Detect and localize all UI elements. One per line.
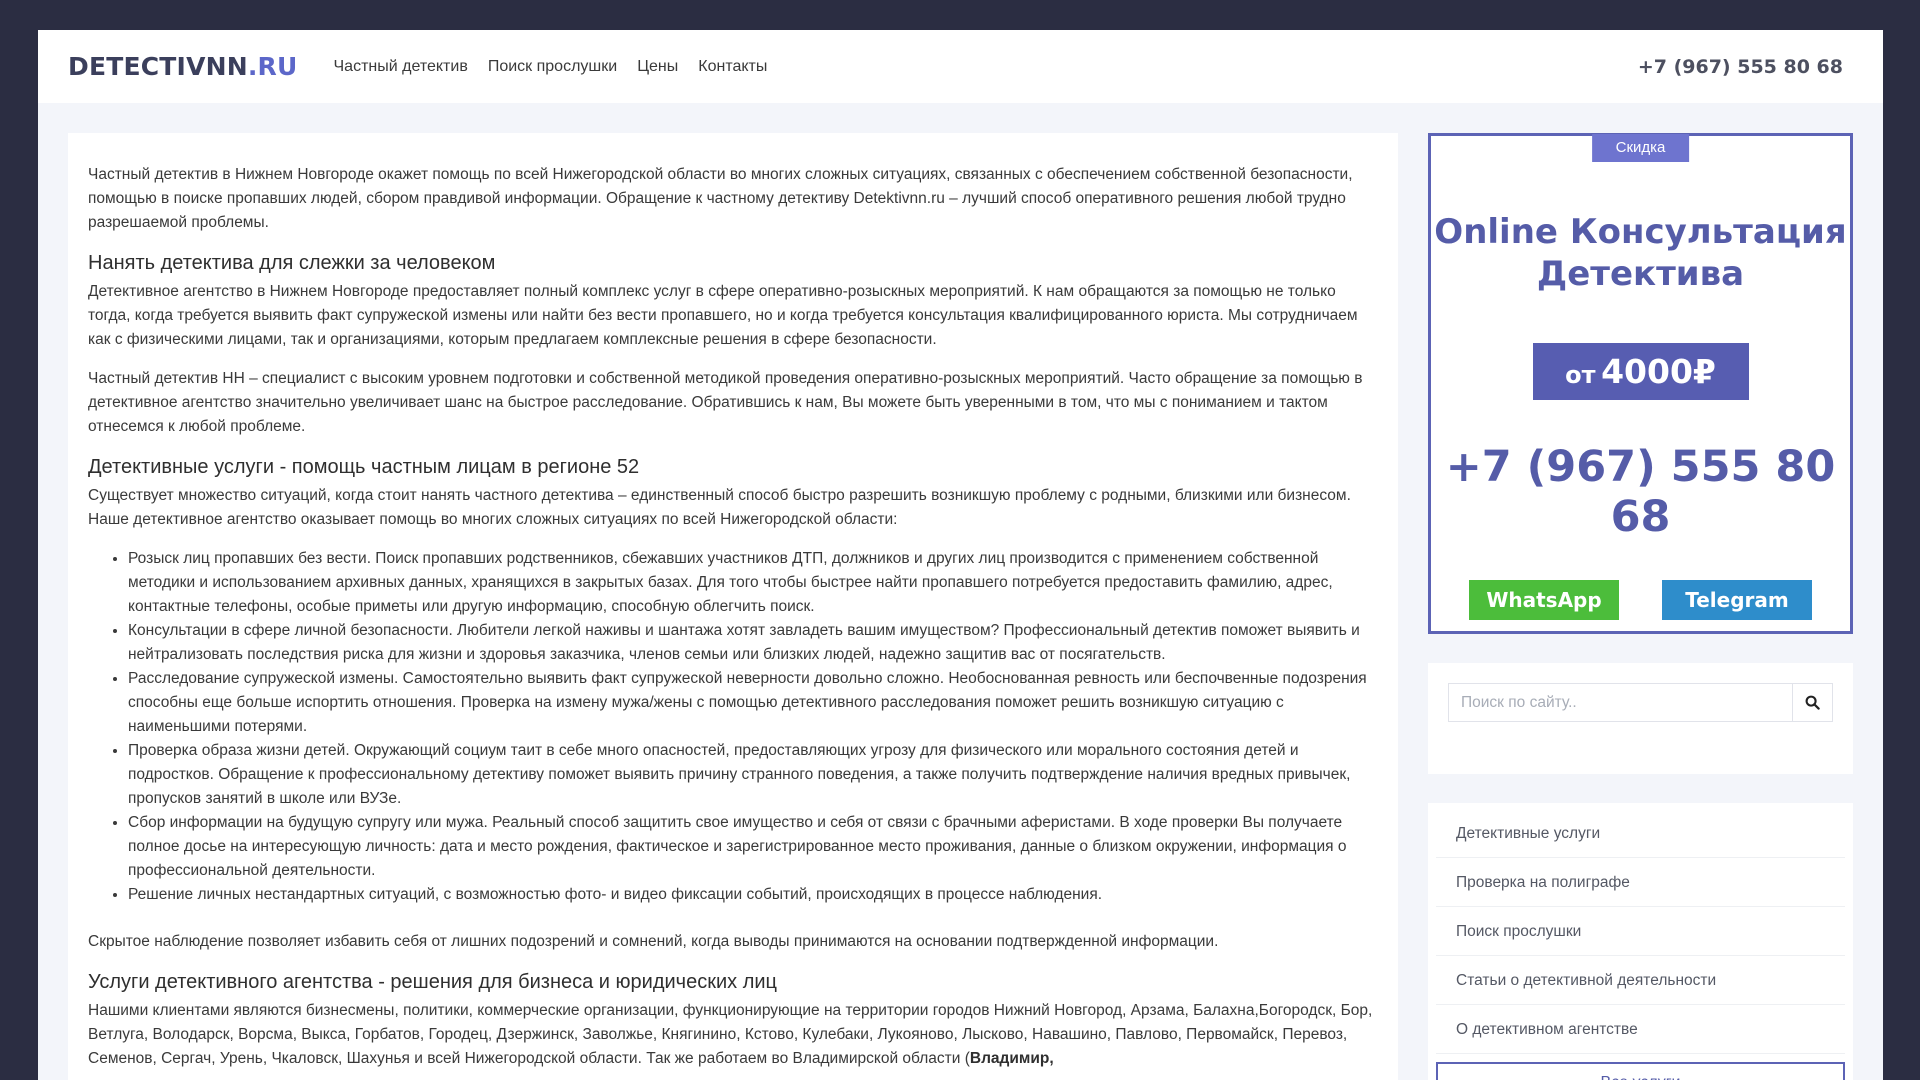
article-intro: Частный детектив в Нижнем Новгороде окаж… [88, 166, 1353, 231]
article-paragraph: Существует множество ситуаций, когда сто… [88, 487, 1351, 528]
site-logo[interactable]: DETECTIVNN.RU [68, 52, 298, 81]
list-item: Решение личных нестандартных ситуаций, с… [128, 883, 1378, 907]
article-heading-business: Услуги детективного агентства - решения … [88, 971, 777, 993]
list-item: Консультации в сфере личной безопасности… [128, 619, 1378, 667]
consultation-promo: Скидка Online Консультация Детектива от … [1428, 133, 1853, 634]
promo-title-line1: Online Консультация [1434, 212, 1847, 252]
service-link-bug-search[interactable]: Поиск прослушки [1436, 907, 1845, 956]
nav-link-prices[interactable]: Цены [637, 58, 678, 76]
price-prefix: от [1565, 361, 1596, 389]
list-item: Сбор информации на будущую супругу или м… [128, 811, 1378, 883]
article-heading-surveillance: Нанять детектива для слежки за человеком [88, 252, 496, 274]
promo-price: от 4000₽ [1532, 343, 1749, 400]
search-icon [1805, 695, 1820, 710]
search-input[interactable] [1449, 684, 1792, 721]
header-phone[interactable]: +7 (967) 555 80 68 [1638, 56, 1843, 78]
whatsapp-button[interactable]: WhatsApp [1469, 580, 1619, 620]
discount-badge: Скидка [1591, 134, 1690, 162]
service-link-articles[interactable]: Статьи о детективной деятельности [1436, 956, 1845, 1005]
nav-link-private-detective[interactable]: Частный детектив [334, 58, 468, 76]
city-link-vladimir[interactable]: Владимир, [970, 1050, 1054, 1067]
main-nav: Частный детектив Поиск прослушки Цены Ко… [334, 58, 768, 76]
article-heading-private-services: Детективные услуги - помощь частным лица… [88, 456, 640, 478]
article-paragraph: Частный детектив НН – специалист с высок… [88, 370, 1363, 435]
article-content: Частный детектив в Нижнем Новгороде окаж… [68, 133, 1398, 1080]
logo-ext: .RU [247, 52, 298, 81]
price-amount: 4000₽ [1601, 352, 1716, 391]
nav-link-contacts[interactable]: Контакты [698, 58, 767, 76]
messenger-buttons: WhatsApp Telegram [1431, 580, 1850, 620]
service-link-detective[interactable]: Детективные услуги [1436, 809, 1845, 858]
promo-phone[interactable]: +7 (967) 555 80 68 [1431, 442, 1850, 542]
site-header: DETECTIVNN.RU Частный детектив Поиск про… [38, 30, 1883, 103]
list-item: Розыск лиц пропавших без вести. Поиск пр… [128, 547, 1378, 619]
promo-title-line2: Детектива [1536, 254, 1745, 294]
site-search [1428, 663, 1853, 774]
services-menu: Детективные услуги Проверка на полиграфе… [1428, 803, 1853, 1080]
logo-main: DETECTIVNN [68, 52, 248, 81]
page-frame: DETECTIVNN.RU Частный детектив Поиск про… [38, 30, 1883, 1080]
clients-text: Нашими клиентами являются бизнесмены, по… [88, 1002, 1373, 1067]
promo-title: Online Консультация Детектива [1431, 211, 1850, 295]
service-link-about[interactable]: О детективном агентстве [1436, 1005, 1845, 1054]
list-item: Проверка образа жизни детей. Окружающий … [128, 739, 1378, 811]
article-paragraph: Детективное агентство в Нижнем Новгороде… [88, 283, 1358, 348]
services-bullet-list: Розыск лиц пропавших без вести. Поиск пр… [128, 547, 1378, 907]
article-paragraph: Скрытое наблюдение позволяет избавить се… [88, 933, 1219, 950]
service-link-polygraph[interactable]: Проверка на полиграфе [1436, 858, 1845, 907]
article-paragraph-clients: Нашими клиентами являются бизнесмены, по… [88, 999, 1378, 1071]
search-row [1448, 683, 1833, 722]
all-services-button[interactable]: Все услуги [1436, 1062, 1845, 1080]
list-item: Расследование супружеской измены. Самост… [128, 667, 1378, 739]
telegram-button[interactable]: Telegram [1662, 580, 1812, 620]
nav-link-bug-search[interactable]: Поиск прослушки [488, 58, 617, 76]
search-button[interactable] [1792, 684, 1832, 721]
